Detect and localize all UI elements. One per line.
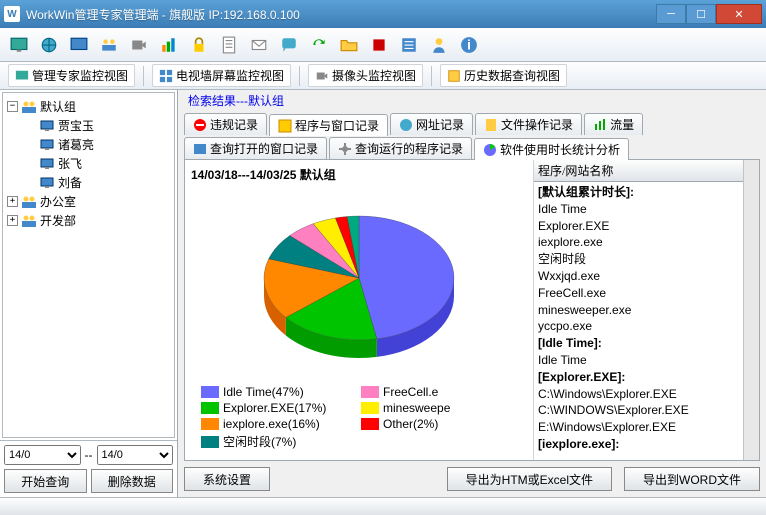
- search-result-label: 检索结果---默认组: [178, 90, 766, 111]
- subtab-window-records[interactable]: 查询打开的窗口记录: [184, 137, 327, 159]
- window-titlebar: W WorkWin管理专家管理端 - 旗舰版 IP:192.168.0.100 …: [0, 0, 766, 28]
- tree-user[interactable]: 诸葛亮: [39, 135, 170, 154]
- minimize-button[interactable]: ─: [656, 4, 686, 24]
- tab-traffic[interactable]: 流量: [584, 113, 643, 135]
- expand-icon[interactable]: +: [7, 196, 18, 207]
- tool-document-icon[interactable]: [216, 32, 242, 58]
- view-camera[interactable]: 摄像头监控视图: [308, 64, 423, 87]
- view-monitor[interactable]: 管理专家监控视图: [8, 64, 135, 87]
- maximize-button[interactable]: ☐: [686, 4, 716, 24]
- tool-chart-icon[interactable]: [156, 32, 182, 58]
- date-from-select[interactable]: 14/0: [4, 445, 81, 465]
- tool-person-icon[interactable]: [426, 32, 452, 58]
- tool-monitor-icon[interactable]: [6, 32, 32, 58]
- tool-lock-icon[interactable]: [186, 32, 212, 58]
- tab-program-window[interactable]: 程序与窗口记录: [269, 114, 388, 136]
- date-to-select[interactable]: 14/0: [97, 445, 174, 465]
- tree-group-dev[interactable]: + 开发部: [7, 211, 170, 230]
- status-bar: [0, 497, 766, 515]
- sub-tabs: 查询打开的窗口记录 查询运行的程序记录 软件使用时长统计分析: [178, 135, 766, 159]
- pie-chart: [191, 189, 527, 381]
- subtab-usage-stats[interactable]: 软件使用时长统计分析: [474, 138, 629, 160]
- collapse-icon[interactable]: −: [7, 101, 18, 112]
- tool-refresh-icon[interactable]: [306, 32, 332, 58]
- tool-chat-icon[interactable]: [276, 32, 302, 58]
- view-history[interactable]: 历史数据查询视图: [440, 64, 567, 87]
- chart-date-range: 14/03/18---14/03/25 默认组: [191, 166, 527, 183]
- expand-icon[interactable]: +: [7, 215, 18, 226]
- tool-users-icon[interactable]: [96, 32, 122, 58]
- delete-data-button[interactable]: 删除数据: [91, 469, 174, 493]
- export-html-excel-button[interactable]: 导出为HTM或Excel文件: [447, 467, 612, 491]
- tool-camera-icon[interactable]: [126, 32, 152, 58]
- program-list: 程序/网站名称 [默认组累计时长]:Idle TimeExplorer.EXEi…: [533, 160, 743, 460]
- tool-list-icon[interactable]: [396, 32, 422, 58]
- export-word-button[interactable]: 导出到WORD文件: [624, 467, 760, 491]
- tool-stop-icon[interactable]: [366, 32, 392, 58]
- vertical-scrollbar[interactable]: [743, 160, 759, 460]
- tab-violation[interactable]: 违规记录: [184, 113, 267, 135]
- left-panel: − 默认组 贾宝玉诸葛亮张飞刘备 + 办公室 + 开发部 14/0 -- 14/…: [0, 90, 178, 497]
- chart-legend: Idle Time(47%) FreeCell.e Explorer.EXE(1…: [191, 381, 527, 454]
- subtab-program-records[interactable]: 查询运行的程序记录: [329, 137, 472, 159]
- tree-user[interactable]: 刘备: [39, 173, 170, 192]
- view-tvwall[interactable]: 电视墙屏幕监控视图: [152, 64, 291, 87]
- tree-user[interactable]: 张飞: [39, 154, 170, 173]
- tool-info-icon[interactable]: i: [456, 32, 482, 58]
- tool-mail-icon[interactable]: [246, 32, 272, 58]
- record-type-tabs: 违规记录 程序与窗口记录 网址记录 文件操作记录 流量: [178, 111, 766, 135]
- svg-text:i: i: [467, 37, 471, 52]
- main-toolbar: i: [0, 28, 766, 62]
- tool-globe-icon[interactable]: [36, 32, 62, 58]
- system-settings-button[interactable]: 系统设置: [184, 467, 270, 491]
- tool-screen-icon[interactable]: [66, 32, 92, 58]
- tab-url[interactable]: 网址记录: [390, 113, 473, 135]
- window-title: WorkWin管理专家管理端 - 旗舰版 IP:192.168.0.100: [26, 6, 656, 23]
- group-tree[interactable]: − 默认组 贾宝玉诸葛亮张飞刘备 + 办公室 + 开发部: [2, 92, 175, 438]
- tool-folder-icon[interactable]: [336, 32, 362, 58]
- tree-user[interactable]: 贾宝玉: [39, 116, 170, 135]
- list-header[interactable]: 程序/网站名称: [534, 160, 743, 182]
- start-query-button[interactable]: 开始查询: [4, 469, 87, 493]
- tree-group-default[interactable]: − 默认组: [7, 97, 170, 116]
- list-body[interactable]: [默认组累计时长]:Idle TimeExplorer.EXEiexplore.…: [534, 182, 743, 460]
- view-tabs: 管理专家监控视图 电视墙屏幕监控视图 摄像头监控视图 历史数据查询视图: [0, 62, 766, 90]
- tree-group-office[interactable]: + 办公室: [7, 192, 170, 211]
- right-panel: 检索结果---默认组 违规记录 程序与窗口记录 网址记录 文件操作记录 流量 查…: [178, 90, 766, 497]
- app-icon: W: [4, 6, 20, 22]
- tab-file-ops[interactable]: 文件操作记录: [475, 113, 582, 135]
- close-button[interactable]: ✕: [716, 4, 762, 24]
